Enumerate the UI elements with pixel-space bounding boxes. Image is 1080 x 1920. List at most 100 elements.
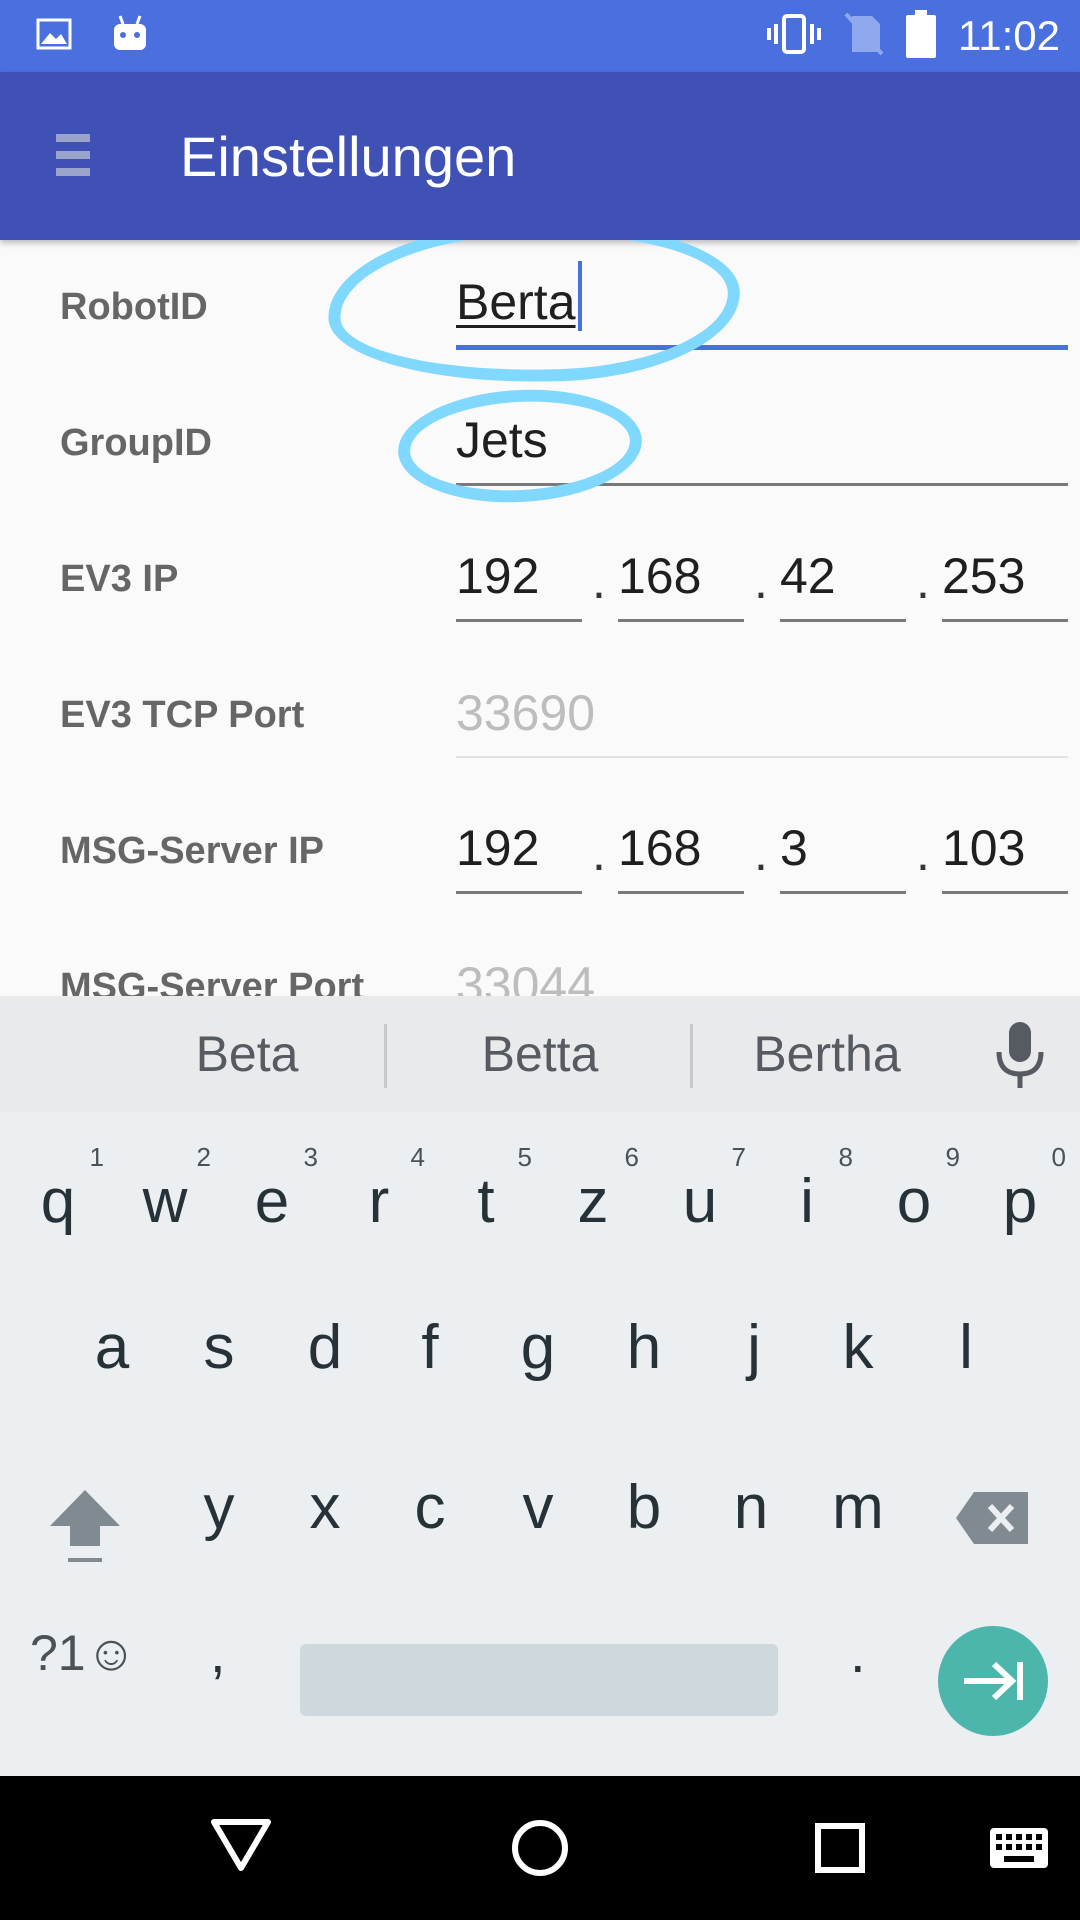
msg-server-ip-label: MSG-Server IP bbox=[60, 830, 324, 872]
ev3-ip-octet-2[interactable]: 168 bbox=[618, 542, 744, 622]
key-label: u bbox=[682, 1167, 718, 1236]
msg-server-ip-octet-1[interactable]: 192 bbox=[456, 814, 582, 894]
key-d[interactable]: d bbox=[273, 1272, 377, 1422]
key-v[interactable]: v bbox=[486, 1432, 590, 1582]
shift-key[interactable] bbox=[48, 1488, 122, 1573]
suggestion-1[interactable]: Beta bbox=[92, 996, 402, 1112]
ip-dot: . bbox=[592, 553, 606, 609]
ev3-tcp-port-hint: 33690 bbox=[456, 685, 596, 741]
key-l[interactable]: l bbox=[914, 1272, 1018, 1422]
hamburger-menu-icon[interactable] bbox=[56, 134, 90, 178]
robot-id-row: RobotID Berta bbox=[0, 240, 1080, 376]
key-u[interactable]: 7u bbox=[648, 1112, 752, 1262]
ip-dot: . bbox=[754, 553, 768, 609]
key-label: i bbox=[800, 1167, 814, 1236]
key-h[interactable]: h bbox=[592, 1272, 696, 1422]
robot-id-value: Berta bbox=[456, 261, 582, 331]
octet-value: 192 bbox=[456, 820, 540, 876]
page-title: Einstellungen bbox=[180, 125, 517, 188]
comma-key[interactable]: , bbox=[210, 1620, 226, 1685]
key-i[interactable]: 8i bbox=[755, 1112, 859, 1262]
octet-value: 103 bbox=[942, 820, 1026, 876]
suggestion-3[interactable]: Bertha bbox=[700, 996, 954, 1112]
key-label: a bbox=[94, 1313, 130, 1382]
ev3-ip-octet-1[interactable]: 192 bbox=[456, 542, 582, 622]
ip-dot: . bbox=[754, 825, 768, 881]
suggestion-2[interactable]: Betta bbox=[390, 996, 690, 1112]
ip-dot: . bbox=[916, 825, 930, 881]
key-x[interactable]: x bbox=[273, 1432, 377, 1582]
settings-form: RobotID Berta GroupID Jets EV3 IP 192 . … bbox=[0, 240, 1080, 996]
key-label: g bbox=[520, 1313, 556, 1382]
key-m[interactable]: m bbox=[806, 1432, 910, 1582]
key-f[interactable]: f bbox=[378, 1272, 482, 1422]
key-label: s bbox=[203, 1313, 235, 1382]
group-id-row: GroupID Jets bbox=[0, 376, 1080, 512]
key-j[interactable]: j bbox=[702, 1272, 806, 1422]
symbols-key[interactable]: ?1☺ bbox=[30, 1624, 137, 1682]
octet-value: 168 bbox=[618, 820, 702, 876]
period-key[interactable]: . bbox=[850, 1620, 866, 1685]
keyboard-switch-icon[interactable] bbox=[988, 1826, 1050, 1875]
group-id-value: Jets bbox=[456, 412, 548, 468]
key-label: e bbox=[254, 1167, 290, 1236]
navigation-bar bbox=[0, 1776, 1080, 1920]
msg-server-ip-octet-4[interactable]: 103 bbox=[942, 814, 1068, 894]
key-label: n bbox=[733, 1473, 769, 1542]
battery-icon bbox=[906, 9, 936, 63]
key-e[interactable]: 3e bbox=[220, 1112, 324, 1262]
recents-icon[interactable] bbox=[814, 1822, 866, 1879]
status-bar: 11:02 bbox=[0, 0, 1080, 72]
key-label: b bbox=[626, 1473, 662, 1542]
key-label: c bbox=[414, 1473, 446, 1542]
robot-id-field[interactable]: Berta bbox=[456, 261, 1068, 350]
key-c[interactable]: c bbox=[378, 1432, 482, 1582]
key-z[interactable]: 6z bbox=[541, 1112, 645, 1262]
group-id-field[interactable]: Jets bbox=[456, 406, 1068, 486]
key-label: t bbox=[477, 1167, 495, 1236]
msg-server-ip-row: MSG-Server IP 192 . 168 . 3 . 103 bbox=[0, 784, 1080, 920]
ev3-tcp-port-row: EV3 TCP Port 33690 bbox=[0, 648, 1080, 784]
back-icon[interactable] bbox=[210, 1816, 272, 1877]
no-sim-icon bbox=[844, 12, 884, 61]
msg-server-port-label: MSG-Server Port bbox=[60, 966, 365, 996]
ev3-ip-field: 192 . 168 . 42 . 253 bbox=[456, 542, 1068, 622]
key-label: f bbox=[421, 1313, 439, 1382]
msg-server-port-field[interactable]: 33044 bbox=[456, 950, 1068, 996]
msg-server-port-hint: 33044 bbox=[456, 957, 596, 996]
backspace-key[interactable] bbox=[954, 1490, 1030, 1551]
key-label: x bbox=[309, 1473, 341, 1542]
key-a[interactable]: a bbox=[60, 1272, 164, 1422]
key-label: p bbox=[1002, 1167, 1038, 1236]
msg-server-port-row: MSG-Server Port 33044 bbox=[0, 920, 1080, 996]
vibrate-icon bbox=[766, 12, 822, 61]
key-r[interactable]: 4r bbox=[327, 1112, 431, 1262]
key-k[interactable]: k bbox=[806, 1272, 910, 1422]
space-bar[interactable] bbox=[300, 1644, 778, 1716]
key-g[interactable]: g bbox=[486, 1272, 590, 1422]
key-p[interactable]: 0p bbox=[968, 1112, 1072, 1262]
home-icon[interactable] bbox=[510, 1818, 570, 1883]
key-s[interactable]: s bbox=[167, 1272, 271, 1422]
suggestion-divider bbox=[690, 1024, 693, 1088]
key-n[interactable]: n bbox=[699, 1432, 803, 1582]
msg-server-ip-octet-2[interactable]: 168 bbox=[618, 814, 744, 894]
key-t[interactable]: 5t bbox=[434, 1112, 538, 1262]
ev3-ip-octet-3[interactable]: 42 bbox=[780, 542, 906, 622]
robot-id-text: Berta bbox=[456, 274, 576, 330]
octet-value: 192 bbox=[456, 548, 540, 604]
microphone-icon[interactable] bbox=[990, 1020, 1050, 1095]
next-key[interactable] bbox=[938, 1626, 1048, 1736]
key-b[interactable]: b bbox=[592, 1432, 696, 1582]
key-y[interactable]: y bbox=[167, 1432, 271, 1582]
key-o[interactable]: 9o bbox=[862, 1112, 966, 1262]
ev3-tcp-port-field[interactable]: 33690 bbox=[456, 678, 1068, 758]
key-q[interactable]: 1q bbox=[6, 1112, 110, 1262]
msg-server-ip-octet-3[interactable]: 3 bbox=[780, 814, 906, 894]
image-icon bbox=[36, 18, 72, 55]
key-w[interactable]: 2w bbox=[113, 1112, 217, 1262]
ev3-ip-octet-4[interactable]: 253 bbox=[942, 542, 1068, 622]
ip-dot: . bbox=[592, 825, 606, 881]
text-cursor bbox=[577, 261, 582, 331]
key-label: j bbox=[747, 1313, 761, 1382]
